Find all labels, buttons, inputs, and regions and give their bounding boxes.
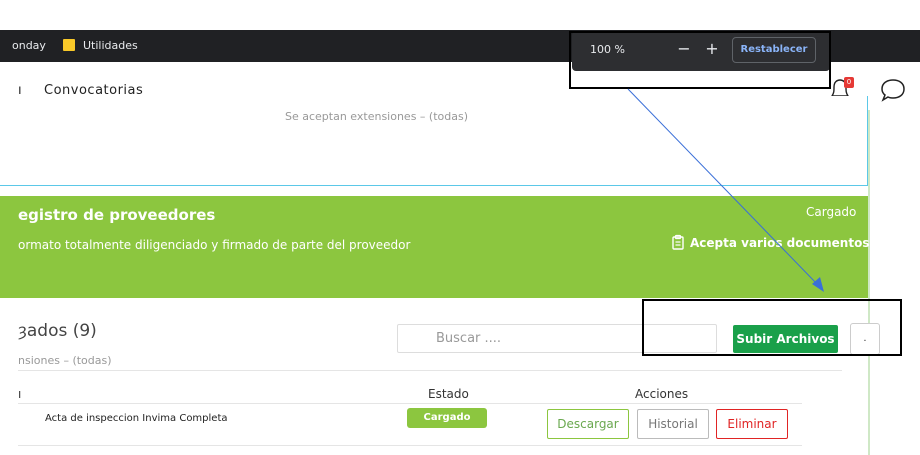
arrow-head-icon	[812, 277, 824, 292]
annotation-arrow	[627, 88, 824, 292]
